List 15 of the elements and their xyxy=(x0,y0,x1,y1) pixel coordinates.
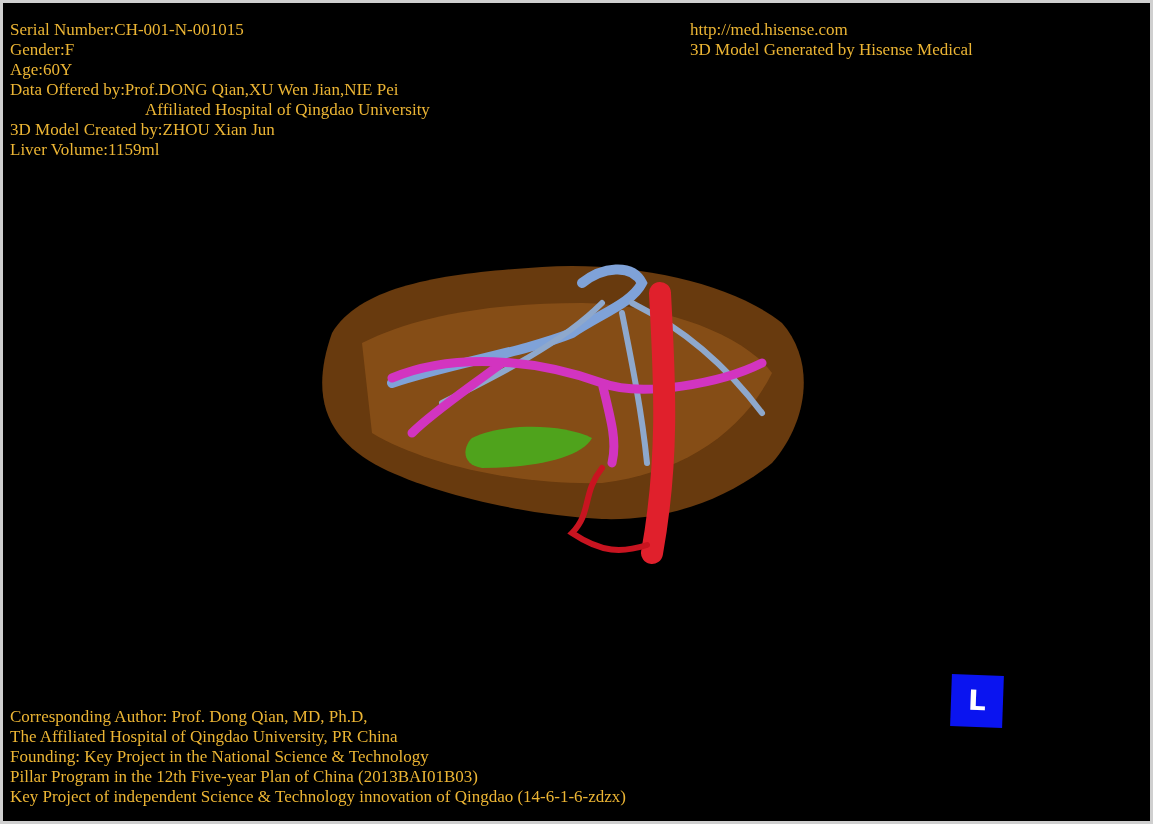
info-line: Gender:F xyxy=(10,40,75,60)
info-line: Age:60Y xyxy=(10,60,73,80)
footer-line: Key Project of independent Science & Technology innovation of Qingdao (14-6-1-6-zdzx) xyxy=(10,787,626,807)
credit-line: 3D Model Generated by Hisense Medical xyxy=(690,40,973,60)
footer-line: Corresponding Author: Prof. Dong Qian, MD, Ph.D, xyxy=(10,707,368,727)
footer-line: The Affiliated Hospital of Qingdao University, PR China xyxy=(10,727,398,747)
footer-line: Pillar Program in the 12th Five-year Plan of China (2013BAI01B03) xyxy=(10,767,478,787)
info-line: 3D Model Created by:ZHOU Xian Jun xyxy=(10,120,275,140)
footer-line: Founding: Key Project in the National Science & Technology xyxy=(10,747,429,767)
orientation-marker: L xyxy=(950,674,1004,728)
info-line: Affiliated Hospital of Qingdao University xyxy=(145,100,430,120)
info-line: Liver Volume:1159ml xyxy=(10,140,160,160)
info-line: Serial Number:CH-001-N-001015 xyxy=(10,20,244,40)
credit-line: http://med.hisense.com xyxy=(690,20,848,40)
info-line: Data Offered by:Prof.DONG Qian,XU Wen Jian,NIE Pei xyxy=(10,80,399,100)
